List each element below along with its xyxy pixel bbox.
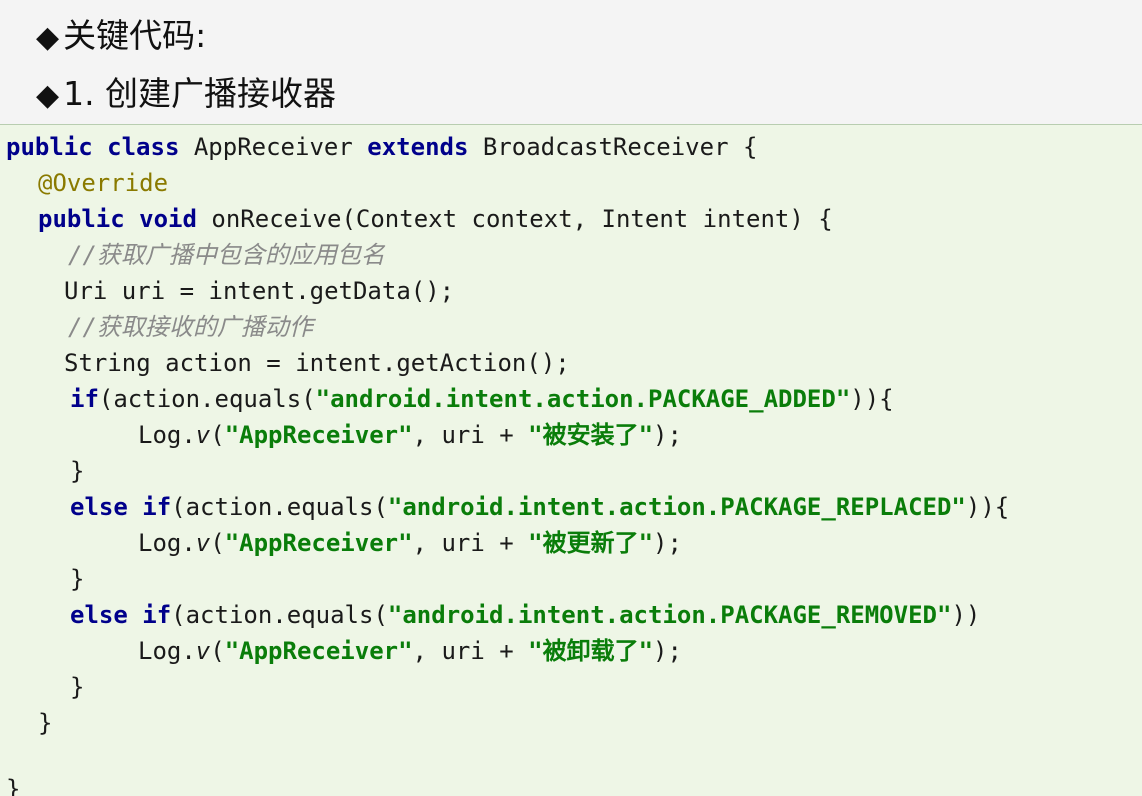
- code-text: );: [653, 529, 682, 557]
- code-annotation: @Override: [38, 169, 169, 197]
- code-line-10: }: [70, 455, 84, 487]
- code-text: }: [70, 457, 85, 485]
- code-text: Uri uri = intent.getData();: [64, 277, 455, 305]
- heading-text: 1. 创建广播接收器: [63, 74, 337, 113]
- code-line-1: public class AppReceiver extends Broadca…: [6, 131, 757, 163]
- code-line-7: String action = intent.getAction();: [64, 347, 570, 379]
- code-line-17: }: [38, 707, 52, 739]
- code-string: "android.intent.action.PACKAGE_REPLACED": [387, 493, 966, 521]
- code-line-13: }: [70, 563, 84, 595]
- code-text: )): [951, 601, 981, 629]
- diamond-bullet-icon: ◆: [36, 20, 60, 55]
- code-line-2: @Override: [38, 167, 168, 199]
- code-text: String action = intent.getAction();: [64, 349, 570, 377]
- code-line-12: Log.v("AppReceiver", uri + "被更新了");: [138, 527, 682, 559]
- code-keyword: else: [70, 493, 128, 521]
- code-keyword: void: [139, 205, 197, 233]
- code-line-14: else if(action.equals("android.intent.ac…: [70, 599, 980, 631]
- slide: ◆ 关键代码: ◆ 1. 创建广播接收器 public class AppRecei…: [0, 0, 1142, 796]
- code-text: (: [210, 637, 225, 665]
- code-string: "android.intent.action.PACKAGE_REMOVED": [387, 601, 952, 629]
- code-line-5: Uri uri = intent.getData();: [64, 275, 454, 307]
- code-text: );: [653, 637, 682, 665]
- code-text: , uri +: [412, 421, 529, 449]
- code-line-6: //获取接收的广播动作: [68, 311, 313, 343]
- code-keyword: public: [6, 133, 93, 161]
- code-text: )){: [850, 385, 894, 413]
- code-method: v: [195, 529, 211, 557]
- code-identifier: AppReceiver: [193, 133, 353, 161]
- code-line-11: else if(action.equals("android.intent.ac…: [70, 491, 1009, 523]
- code-block: public class AppReceiver extends Broadca…: [0, 124, 1142, 796]
- code-string: "被卸载了": [528, 637, 654, 665]
- code-keyword: if: [142, 601, 172, 629]
- code-line-15: Log.v("AppReceiver", uri + "被卸载了");: [138, 635, 682, 667]
- code-text: Log.: [138, 529, 196, 557]
- code-text: onReceive(Context context, Intent intent…: [211, 205, 833, 233]
- code-text: (: [210, 421, 225, 449]
- code-line-4: //获取广播中包含的应用包名: [68, 239, 385, 271]
- code-text: BroadcastReceiver {: [482, 133, 758, 161]
- code-line-8: if(action.equals("android.intent.action.…: [70, 383, 894, 415]
- code-keyword: public: [38, 205, 125, 233]
- heading-text: 关键代码:: [63, 16, 207, 55]
- code-text: (action.equals(: [98, 385, 316, 413]
- code-string: "AppReceiver": [224, 421, 413, 449]
- code-method: v: [195, 421, 211, 449]
- code-string: "被安装了": [528, 421, 654, 449]
- code-comment: //获取接收的广播动作: [68, 313, 313, 341]
- code-text: Log.: [138, 637, 196, 665]
- code-text: Log.: [138, 421, 196, 449]
- code-text: (action.equals(: [171, 493, 388, 521]
- code-text: );: [653, 421, 682, 449]
- code-string: "AppReceiver": [224, 529, 413, 557]
- code-text: (action.equals(: [171, 601, 388, 629]
- slide-heading-create-receiver: ◆ 1. 创建广播接收器: [36, 74, 336, 116]
- code-line-16: }: [70, 671, 84, 703]
- code-keyword: extends: [367, 133, 469, 161]
- code-string: "android.intent.action.PACKAGE_ADDED": [315, 385, 851, 413]
- code-text: , uri +: [412, 637, 529, 665]
- code-keyword: else: [70, 601, 128, 629]
- code-keyword: class: [107, 133, 180, 161]
- code-comment: //获取广播中包含的应用包名: [68, 241, 385, 269]
- code-method: v: [195, 637, 211, 665]
- code-text: )){: [965, 493, 1010, 521]
- code-keyword: if: [142, 493, 172, 521]
- code-line-18: }: [6, 773, 20, 796]
- code-text: , uri +: [412, 529, 529, 557]
- slide-heading-key-code: ◆ 关键代码:: [36, 16, 206, 58]
- code-text: }: [6, 775, 21, 796]
- code-text: }: [70, 673, 85, 701]
- code-text: }: [38, 709, 53, 737]
- code-line-3: public void onReceive(Context context, I…: [38, 203, 833, 235]
- code-keyword: if: [70, 385, 99, 413]
- code-text: (: [210, 529, 225, 557]
- code-text: }: [70, 565, 85, 593]
- code-string: "AppReceiver": [224, 637, 413, 665]
- code-line-9: Log.v("AppReceiver", uri + "被安装了");: [138, 419, 682, 451]
- code-string: "被更新了": [528, 529, 654, 557]
- diamond-bullet-icon: ◆: [36, 78, 60, 113]
